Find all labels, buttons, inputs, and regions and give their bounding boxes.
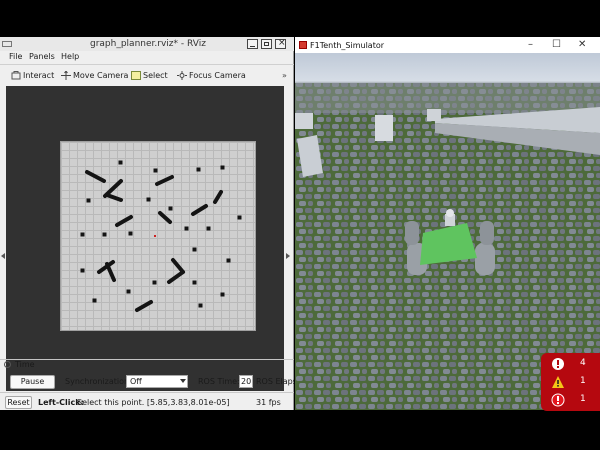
status-hint-text: Select this point. [5.85,3.83,8.01e-05] (77, 398, 230, 407)
menubar: File Panels Help (0, 51, 294, 63)
error-count: 4 (580, 358, 586, 368)
minimize-button[interactable] (247, 39, 258, 49)
collapse-left-icon[interactable] (1, 253, 5, 259)
pause-button[interactable]: Pause (10, 375, 55, 389)
select-tool[interactable]: Select (131, 69, 168, 82)
menu-file[interactable]: File (9, 52, 22, 61)
maximize-button[interactable] (261, 39, 272, 49)
occupancy-grid-map[interactable] (60, 141, 256, 331)
toolbar: Interact Move Camera Select Focus Camera… (0, 64, 294, 84)
maximize-button[interactable]: ☐ (552, 39, 561, 50)
select-label: Select (143, 71, 168, 80)
close-button[interactable]: × (275, 38, 286, 49)
simulator-title: F1Tenth_Simulator (310, 41, 385, 50)
window-menu-icon[interactable] (2, 41, 12, 47)
menu-panels[interactable]: Panels (29, 52, 55, 61)
reset-button[interactable]: Reset (5, 396, 32, 409)
diag-errors: 4 (547, 356, 595, 372)
clock-icon (4, 361, 11, 368)
rviz-titlebar[interactable]: graph_planner.rviz* - RViz × (0, 37, 294, 51)
window-title: graph_planner.rviz* - RViz (90, 39, 206, 49)
rviz-window: graph_planner.rviz* - RViz × File Panels… (0, 37, 294, 410)
map-obstacles (80, 160, 242, 312)
synchronization-label: Synchronization: (65, 377, 132, 386)
move-camera-icon (61, 70, 71, 80)
time-panel-header: Time (0, 359, 294, 369)
focus-camera-icon (177, 71, 187, 80)
diag-critical: 1 (547, 392, 595, 408)
close-icon: × (278, 38, 286, 48)
synchronization-select[interactable]: Off (126, 375, 188, 388)
move-camera-label: Move Camera (73, 71, 129, 80)
interact-tool[interactable]: Interact (11, 69, 54, 82)
status-bar: Reset Left-Click: Select this point. [5.… (0, 392, 294, 410)
collapse-right-icon[interactable] (286, 253, 290, 259)
select-icon (131, 71, 141, 80)
toolbar-overflow-button[interactable]: » (282, 71, 287, 80)
fps-readout: 31 fps (256, 398, 281, 407)
chevron-down-icon (180, 379, 186, 383)
warning-icon (551, 375, 565, 389)
warning-count: 1 (580, 376, 586, 386)
critical-icon (551, 393, 565, 407)
time-panel-title: Time (15, 360, 35, 369)
ros-time-field[interactable]: 20 (239, 375, 253, 388)
focus-camera-tool[interactable]: Focus Camera (177, 69, 246, 82)
unity-app-icon (299, 41, 307, 49)
critical-count: 1 (580, 394, 586, 404)
simulator-titlebar[interactable]: F1Tenth_Simulator – ☐ ✕ (295, 37, 600, 53)
ros-elapsed-label: ROS Elaps (256, 377, 294, 386)
focus-camera-label: Focus Camera (189, 71, 246, 80)
move-camera-tool[interactable]: Move Camera (61, 69, 128, 82)
close-button[interactable]: ✕ (578, 39, 586, 50)
minimize-button[interactable]: – (528, 39, 533, 50)
ros-time-label: ROS Time: (198, 377, 240, 386)
menu-help[interactable]: Help (61, 52, 79, 61)
diagnostics-panel[interactable]: 4 1 1 (541, 353, 600, 411)
interact-label: Interact (23, 71, 55, 80)
interact-icon (11, 71, 21, 80)
diag-warnings: 1 (547, 374, 595, 390)
error-icon (551, 357, 565, 371)
